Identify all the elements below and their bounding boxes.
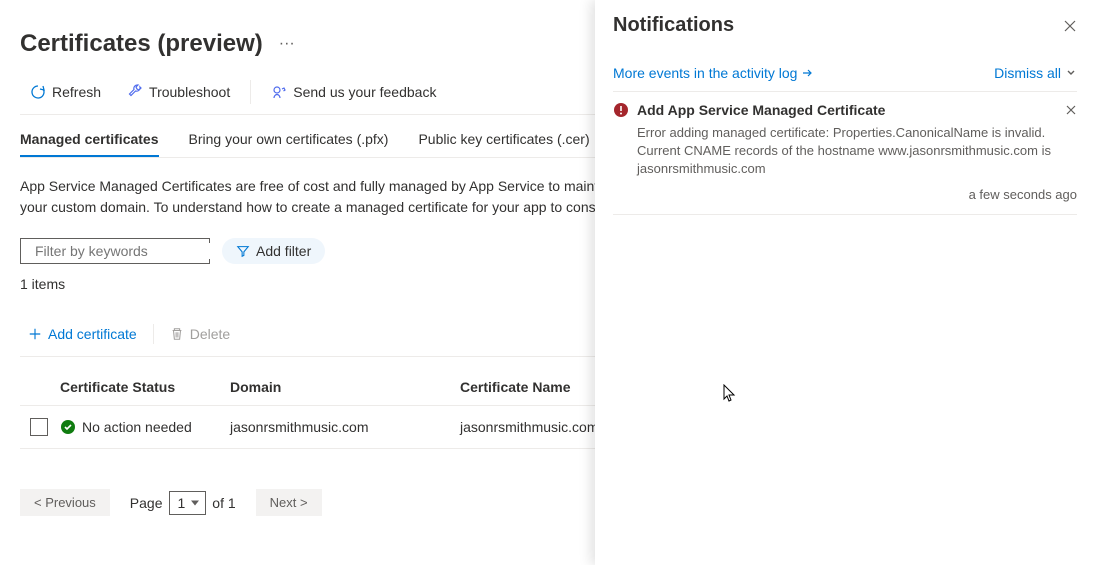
notifications-title: Notifications	[613, 14, 734, 37]
arrow-right-icon	[801, 67, 813, 79]
notification-item-body: Error adding managed certificate: Proper…	[637, 124, 1077, 179]
dismiss-notification-button[interactable]	[1065, 104, 1077, 116]
more-actions-button[interactable]: ···	[279, 35, 295, 53]
notification-item-title: Add App Service Managed Certificate	[637, 102, 1057, 118]
notification-item-header: Add App Service Managed Certificate	[613, 102, 1077, 118]
dismiss-all-link[interactable]: Dismiss all	[994, 65, 1077, 81]
page-title: Certificates (preview)	[20, 30, 263, 58]
add-certificate-button[interactable]: Add certificate	[20, 322, 145, 346]
col-checkbox-header	[20, 379, 60, 395]
notifications-links: More events in the activity log Dismiss …	[613, 65, 1077, 92]
dismiss-all-label: Dismiss all	[994, 65, 1061, 81]
delete-button[interactable]: Delete	[162, 322, 238, 346]
troubleshoot-button[interactable]: Troubleshoot	[117, 78, 240, 106]
page-of: of 1	[212, 495, 235, 511]
row-status-cell: No action needed	[60, 419, 230, 435]
filter-icon	[236, 244, 250, 258]
notification-item-time: a few seconds ago	[613, 187, 1077, 202]
more-events-link[interactable]: More events in the activity log	[613, 65, 813, 81]
error-icon	[613, 102, 629, 118]
row-status-text: No action needed	[82, 419, 192, 435]
row-checkbox-cell	[20, 418, 60, 436]
page-label: Page	[130, 495, 163, 511]
page-dropdown[interactable]: 1	[169, 491, 207, 515]
chevron-down-icon	[1065, 67, 1077, 79]
delete-label: Delete	[190, 326, 230, 342]
notification-item: Add App Service Managed Certificate Erro…	[613, 102, 1077, 215]
refresh-button[interactable]: Refresh	[20, 78, 111, 106]
refresh-icon	[30, 84, 46, 100]
toolbar-divider	[250, 80, 251, 104]
row-domain-cell: jasonrsmithmusic.com	[230, 419, 460, 435]
feedback-icon	[271, 84, 287, 100]
close-icon	[1065, 104, 1077, 116]
plus-icon	[28, 327, 42, 341]
notifications-header: Notifications	[613, 14, 1077, 37]
next-button[interactable]: Next >	[256, 489, 322, 516]
feedback-button[interactable]: Send us your feedback	[261, 78, 446, 106]
add-certificate-label: Add certificate	[48, 326, 137, 342]
notifications-panel: Notifications More events in the activit…	[595, 0, 1095, 565]
action-divider	[153, 324, 154, 344]
tab-bring-your-own[interactable]: Bring your own certificates (.pfx)	[189, 123, 389, 157]
close-icon	[1063, 19, 1077, 33]
col-domain-header[interactable]: Domain	[230, 379, 460, 395]
troubleshoot-label: Troubleshoot	[149, 84, 230, 100]
feedback-label: Send us your feedback	[293, 84, 436, 100]
add-filter-button[interactable]: Add filter	[222, 238, 325, 264]
row-checkbox[interactable]	[30, 418, 48, 436]
trash-icon	[170, 327, 184, 341]
close-notifications-button[interactable]	[1063, 19, 1077, 33]
page-select: Page 1 of 1	[130, 491, 236, 515]
tab-public-key[interactable]: Public key certificates (.cer)	[418, 123, 589, 157]
add-filter-label: Add filter	[256, 243, 311, 259]
col-status-header[interactable]: Certificate Status	[60, 379, 230, 395]
more-events-label: More events in the activity log	[613, 65, 797, 81]
wrench-icon	[127, 84, 143, 100]
success-icon	[60, 419, 76, 435]
filter-input[interactable]	[35, 243, 216, 259]
tab-managed-certificates[interactable]: Managed certificates	[20, 123, 159, 157]
filter-input-wrapper[interactable]	[20, 238, 210, 264]
previous-button[interactable]: < Previous	[20, 489, 110, 516]
refresh-label: Refresh	[52, 84, 101, 100]
